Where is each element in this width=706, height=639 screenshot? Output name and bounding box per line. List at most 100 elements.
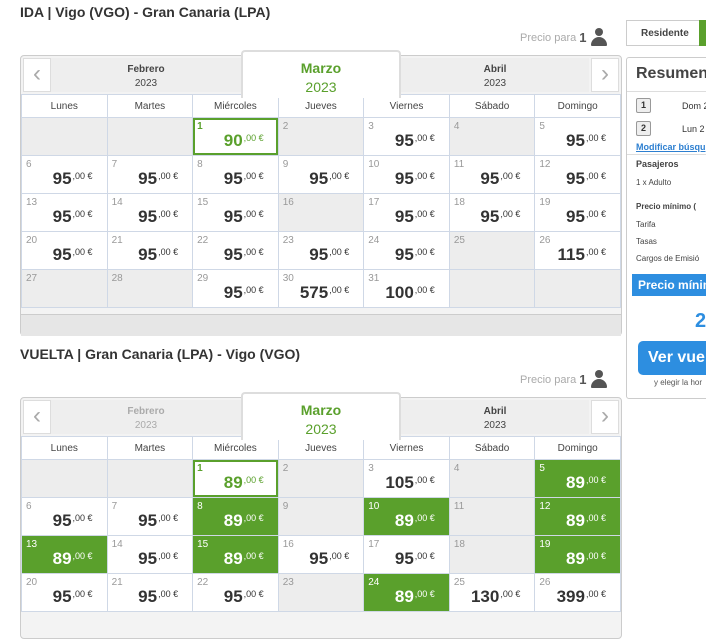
day-cell[interactable]: 30 575,00 € (277, 269, 365, 308)
weekday-header: Domingo (534, 436, 621, 460)
day-cell[interactable]: 21 95,00 € (106, 573, 194, 612)
day-cell[interactable]: 17 95,00 € (363, 193, 450, 232)
day-number: 18 (453, 197, 465, 208)
resident-toggle-switch[interactable] (699, 20, 706, 46)
next-month-tab[interactable]: Abril 2023 (401, 400, 589, 434)
person-icon[interactable] (590, 28, 608, 47)
day-cell[interactable]: 24 89,00 € (363, 573, 450, 612)
day-cell[interactable]: 11 95,00 € (448, 155, 536, 194)
price-suffix: ,00 € (243, 513, 264, 523)
day-cell[interactable]: 31 100,00 € (363, 269, 450, 308)
day-cell[interactable]: 3 105,00 € (363, 459, 450, 498)
day-cell[interactable]: 1 90,00 € (192, 117, 279, 156)
day-cell[interactable]: 9 95,00 € (277, 155, 365, 194)
day-number: 29 (197, 273, 209, 284)
weekday-header: Lunes (21, 94, 108, 118)
prev-month-name: Febrero (127, 64, 165, 75)
person-icon[interactable] (590, 370, 608, 389)
day-cell[interactable]: 17 95,00 € (363, 535, 450, 574)
price-suffix: ,00 € (500, 209, 521, 219)
price-suffix: ,00 € (158, 513, 179, 523)
resident-toggle[interactable]: Residente (626, 20, 706, 46)
day-cell[interactable]: 15 89,00 € (192, 535, 279, 574)
day-cell[interactable]: 3 95,00 € (363, 117, 450, 156)
day-cell[interactable]: 12 95,00 € (534, 155, 621, 194)
day-cell[interactable]: 21 95,00 € (106, 231, 194, 270)
price-value: 95 (138, 549, 158, 568)
price-value: 95 (566, 207, 585, 226)
next-month-tab[interactable]: Abril 2023 (401, 58, 589, 92)
day-cell[interactable]: 14 95,00 € (106, 535, 194, 574)
price-suffix: ,00 € (414, 551, 435, 561)
day-cell[interactable]: 29 95,00 € (192, 269, 279, 308)
day-number: 15 (197, 197, 209, 208)
day-cell[interactable]: 23 95,00 € (277, 231, 365, 270)
day-cell[interactable]: 5 95,00 € (534, 117, 621, 156)
day-cell[interactable]: 10 89,00 € (363, 497, 450, 536)
day-cell[interactable]: 14 95,00 € (106, 193, 194, 232)
day-cell[interactable]: 19 95,00 € (534, 193, 621, 232)
day-price: 95,00 € (395, 549, 435, 569)
day-cell[interactable]: 24 95,00 € (363, 231, 450, 270)
day-number: 2 (282, 463, 289, 474)
price-value: 89 (394, 511, 414, 530)
day-price: 95,00 € (480, 207, 520, 227)
day-number: 13 (26, 197, 38, 208)
day-cell[interactable]: 13 89,00 € (21, 535, 108, 574)
day-number: 31 (368, 273, 380, 284)
view-return-button[interactable]: Ver vuel (638, 341, 706, 375)
day-cell[interactable]: 20 95,00 € (21, 573, 108, 612)
prev-month-arrow-icon[interactable]: ‹ (23, 58, 51, 92)
prev-month-tab[interactable]: Febrero 2023 (51, 400, 241, 434)
day-number: 5 (539, 121, 545, 132)
current-month-tab[interactable]: Marzo 2023 (241, 392, 401, 440)
next-month-year: 2023 (483, 420, 507, 431)
empty-day-cell (106, 459, 194, 498)
next-month-arrow-icon[interactable]: › (591, 400, 619, 434)
day-cell[interactable]: 26 399,00 € (534, 573, 621, 612)
day-cell: 4 (448, 117, 536, 156)
leg-2-date: Lun 2 (682, 124, 705, 134)
day-cell[interactable]: 26 115,00 € (534, 231, 621, 270)
price-suffix: ,00 € (329, 285, 350, 295)
day-cell[interactable]: 5 89,00 € (534, 459, 621, 498)
day-cell[interactable]: 8 89,00 € (192, 497, 279, 536)
price-suffix: ,00 € (414, 285, 435, 295)
day-cell[interactable]: 16 95,00 € (277, 535, 365, 574)
day-cell[interactable]: 19 89,00 € (534, 535, 621, 574)
modify-search-link[interactable]: Modificar búsqu (636, 142, 706, 152)
price-suffix: ,00 € (414, 475, 435, 485)
day-cell[interactable]: 6 95,00 € (21, 155, 108, 194)
day-cell[interactable]: 15 95,00 € (192, 193, 279, 232)
day-price: 95,00 € (224, 283, 264, 303)
day-cell[interactable]: 1 89,00 € (192, 459, 279, 498)
day-number: 16 (282, 539, 294, 550)
day-cell[interactable]: 12 89,00 € (534, 497, 621, 536)
day-cell[interactable]: 22 95,00 € (192, 573, 279, 612)
prev-month-year: 2023 (134, 420, 158, 431)
weekday-header: Lunes (21, 436, 108, 460)
current-month-tab[interactable]: Marzo 2023 (241, 50, 401, 98)
prev-month-tab[interactable]: Febrero 2023 (51, 58, 241, 92)
return-price-for: Precio para 1 (520, 370, 608, 389)
day-price: 95,00 € (480, 169, 520, 189)
day-cell[interactable]: 7 95,00 € (106, 155, 194, 194)
day-cell[interactable]: 8 95,00 € (192, 155, 279, 194)
next-month-arrow-icon[interactable]: › (591, 58, 619, 92)
prev-month-arrow-icon[interactable]: ‹ (23, 400, 51, 434)
day-number: 10 (368, 501, 380, 512)
day-cell[interactable]: 10 95,00 € (363, 155, 450, 194)
day-cell[interactable]: 18 95,00 € (448, 193, 536, 232)
week-row: 20 95,00 €21 95,00 €22 95,00 €23 95,00 €24 95… (21, 231, 621, 270)
day-cell[interactable]: 20 95,00 € (21, 231, 108, 270)
price-value: 95 (394, 131, 414, 150)
day-cell[interactable]: 22 95,00 € (192, 231, 279, 270)
day-cell[interactable]: 7 95,00 € (106, 497, 194, 536)
prev-month-name: Febrero (127, 406, 165, 417)
day-number: 23 (282, 577, 294, 588)
price-suffix: ,00 € (243, 589, 264, 599)
choose-time-text: y elegir la hor (654, 378, 703, 387)
day-cell[interactable]: 25 130,00 € (448, 573, 536, 612)
day-cell[interactable]: 6 95,00 € (21, 497, 108, 536)
day-cell[interactable]: 13 95,00 € (21, 193, 108, 232)
